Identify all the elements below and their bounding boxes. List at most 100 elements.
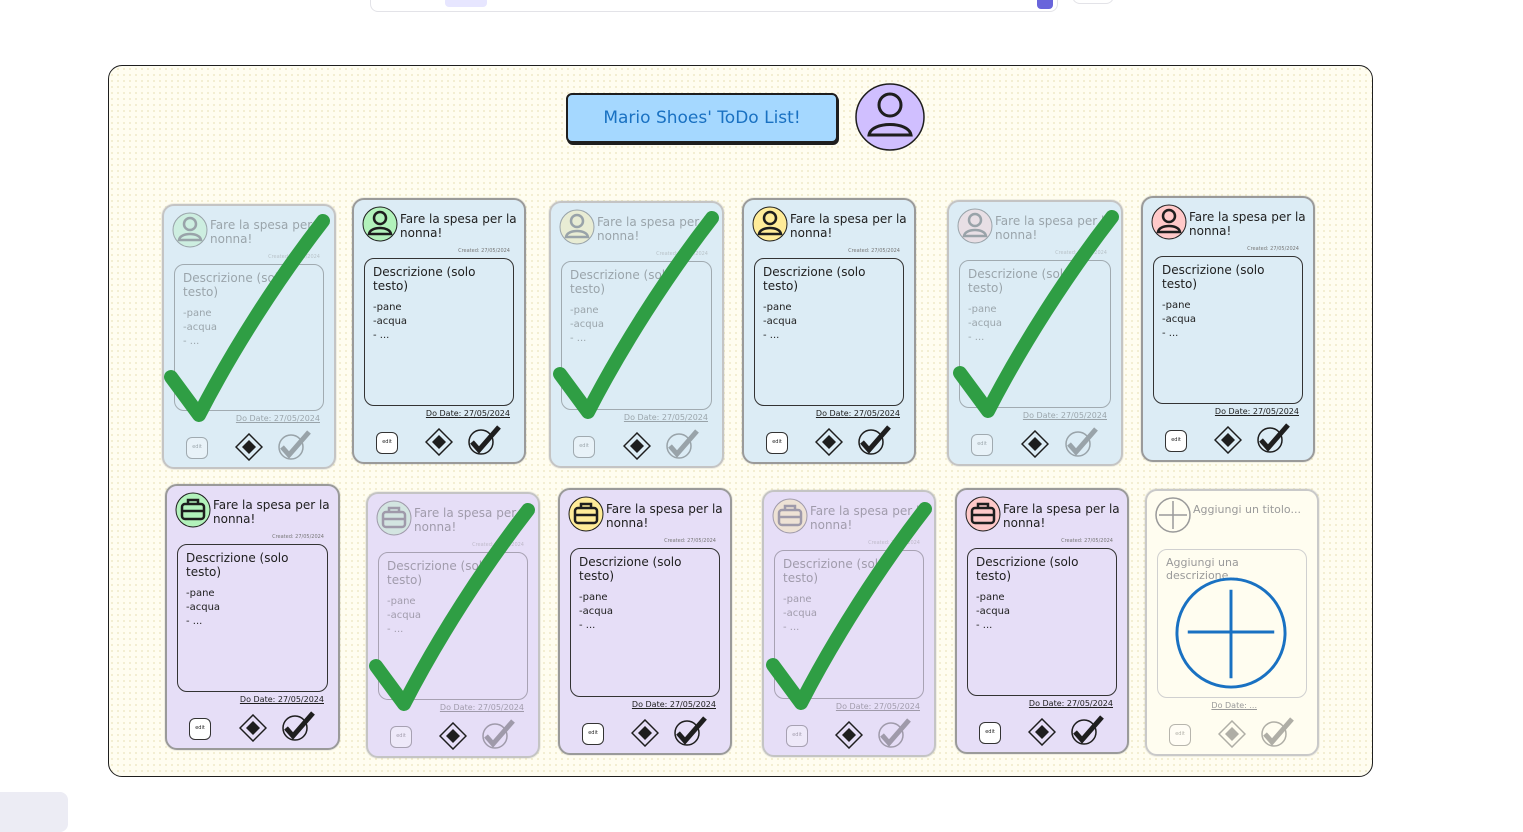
todo-card[interactable]: Fare la spesa per la nonna! Created: 27/… <box>352 198 526 464</box>
card-title: Fare la spesa per la nonna! <box>213 498 330 526</box>
todo-card[interactable]: Fare la spesa per la nonna! Created: 27/… <box>947 200 1123 466</box>
delete-icon[interactable] <box>815 428 843 456</box>
delete-icon[interactable] <box>631 719 659 747</box>
description-line: -acqua <box>373 316 408 327</box>
toolbar-library-button[interactable] <box>1037 0 1053 9</box>
user-avatar-icon[interactable] <box>855 83 925 151</box>
edit-button[interactable]: edit <box>582 723 604 745</box>
delete-icon[interactable] <box>238 714 267 742</box>
description-line: -pane <box>968 304 997 315</box>
card-due-date: Do Date: 27/05/2024 <box>631 700 716 709</box>
todo-card[interactable]: Fare la spesa per la nonna! Created: 27/… <box>162 204 336 469</box>
edit-button[interactable]: edit <box>1165 430 1187 452</box>
description-line: - ... <box>186 616 203 627</box>
edit-button[interactable]: edit <box>186 437 208 459</box>
complete-check-icon[interactable] <box>672 715 708 747</box>
toolbar-extra-button[interactable] <box>1072 0 1114 4</box>
complete-check-icon[interactable] <box>466 424 502 456</box>
delete-icon[interactable] <box>439 722 467 750</box>
complete-check-icon[interactable] <box>1255 422 1291 454</box>
card-description: Descrizione (solo testo) -pane -acqua - … <box>177 544 328 692</box>
edit-button[interactable]: edit <box>971 434 993 456</box>
new-card-description-input[interactable]: Aggiungi una descrizione... <box>1157 549 1307 698</box>
todo-card[interactable]: Fare la spesa per la nonna! Created: 27/… <box>955 488 1129 754</box>
todo-card[interactable]: Fare la spesa per la nonna! Created: 27/… <box>762 490 936 757</box>
user-avatar-icon <box>752 206 788 242</box>
todo-card[interactable]: Fare la spesa per la nonna! Created: 27/… <box>549 201 724 468</box>
description-title: Descrizione (solo testo) <box>763 265 866 293</box>
add-avatar-icon[interactable] <box>1155 497 1191 533</box>
description-title: Descrizione (solo testo) <box>976 555 1079 583</box>
description-title: Descrizione (solo testo) <box>387 559 490 587</box>
card-title: Fare la spesa per la nonna! <box>1189 210 1306 238</box>
card-title: Fare la spesa per la nonna! <box>790 212 907 240</box>
card-due-date: Do Date: 27/05/2024 <box>1028 699 1113 708</box>
new-todo-card[interactable]: Aggiungi un titolo... Aggiungi una descr… <box>1145 489 1319 756</box>
card-description: Descrizione (solo testo) -pane -acqua - … <box>364 258 514 406</box>
description-line: -pane <box>976 592 1005 603</box>
description-line: -acqua <box>186 602 221 613</box>
todo-card[interactable]: Fare la spesa per la nonna! Created: 27/… <box>1141 196 1315 462</box>
edit-button[interactable]: edit <box>390 726 412 748</box>
delete-icon[interactable] <box>835 721 863 749</box>
delete-icon[interactable] <box>235 433 263 461</box>
card-description: Descrizione (solo testo) -pane -acqua - … <box>774 550 924 699</box>
complete-check-icon[interactable] <box>480 718 516 750</box>
complete-check-icon[interactable] <box>280 710 316 742</box>
new-card-due-date[interactable]: Do Date: ... <box>1211 701 1257 710</box>
delete-icon[interactable] <box>622 432 651 460</box>
card-created-date: Created: 27/05/2024 <box>272 534 324 540</box>
edit-button[interactable]: edit <box>573 436 595 458</box>
edit-button[interactable]: edit <box>979 722 1001 744</box>
complete-check-icon[interactable] <box>276 429 312 461</box>
card-due-date: Do Date: 27/05/2024 <box>239 695 324 704</box>
description-line: -acqua <box>968 318 1003 329</box>
new-card-title-input[interactable]: Aggiungi un titolo... <box>1193 503 1311 517</box>
add-icon[interactable] <box>1174 576 1288 690</box>
complete-check-icon[interactable] <box>876 717 912 749</box>
complete-check-icon[interactable] <box>1259 716 1295 748</box>
card-title: Fare la spesa per la nonna! <box>414 506 531 534</box>
delete-icon[interactable] <box>425 428 453 456</box>
description-line: -acqua <box>783 608 818 619</box>
complete-check-icon[interactable] <box>1063 426 1099 458</box>
edit-button[interactable]: edit <box>189 718 211 740</box>
toolbar-chip[interactable] <box>445 0 487 7</box>
delete-icon[interactable] <box>1028 718 1056 746</box>
card-title: Fare la spesa per la nonna! <box>810 504 927 532</box>
complete-check-icon[interactable] <box>856 424 892 456</box>
description-line: -acqua <box>570 319 605 330</box>
description-line: - ... <box>183 336 200 347</box>
edit-button[interactable]: edit <box>786 725 808 747</box>
user-avatar-icon <box>559 209 595 245</box>
description-line: -acqua <box>976 606 1011 617</box>
description-line: - ... <box>373 330 390 341</box>
todo-card[interactable]: Fare la spesa per la nonna! Created: 27/… <box>558 488 732 755</box>
complete-check-icon[interactable] <box>664 428 700 460</box>
todo-card[interactable]: Fare la spesa per la nonna! Created: 27/… <box>366 492 540 758</box>
delete-icon[interactable] <box>1021 430 1049 458</box>
card-due-date: Do Date: 27/05/2024 <box>235 414 320 423</box>
card-description: Descrizione (solo testo) -pane -acqua - … <box>174 264 324 411</box>
description-line: -pane <box>763 302 792 313</box>
delete-icon[interactable] <box>1218 720 1246 748</box>
description-line: -pane <box>783 594 812 605</box>
card-created-date: Created: 27/05/2024 <box>656 251 708 257</box>
description-title: Descrizione (solo testo) <box>968 267 1071 295</box>
card-description: Descrizione (solo testo) -pane -acqua - … <box>1153 256 1303 404</box>
description-line: -pane <box>373 302 402 313</box>
complete-check-icon[interactable] <box>1069 714 1105 746</box>
card-title: Fare la spesa per la nonna! <box>995 214 1112 242</box>
todo-card[interactable]: Fare la spesa per la nonna! Created: 27/… <box>742 198 916 464</box>
card-due-date: Do Date: 27/05/2024 <box>1022 411 1107 420</box>
card-created-date: Created: 27/05/2024 <box>664 538 716 544</box>
todo-card[interactable]: Fare la spesa per la nonna! Created: 27/… <box>165 484 340 750</box>
briefcase-avatar-icon <box>965 496 1001 532</box>
edit-button[interactable]: edit <box>1169 724 1191 746</box>
card-description: Descrizione (solo testo) -pane -acqua - … <box>967 548 1117 696</box>
board-title: Mario Shoes' ToDo List! <box>566 93 838 143</box>
delete-icon[interactable] <box>1214 426 1242 454</box>
edit-button[interactable]: edit <box>766 432 788 454</box>
undo-redo-controls[interactable] <box>0 792 68 832</box>
edit-button[interactable]: edit <box>376 432 398 454</box>
